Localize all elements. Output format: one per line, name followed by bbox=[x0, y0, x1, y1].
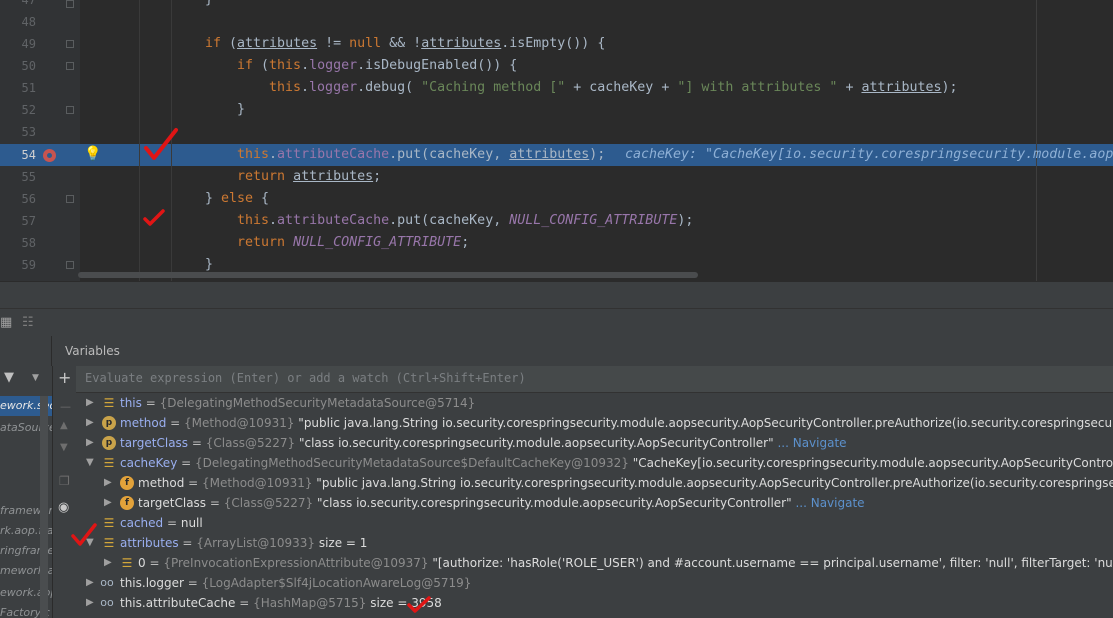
variable-row[interactable]: ▼ ☰ attributes = {ArrayList@10933} size … bbox=[76, 533, 1113, 553]
expand-arrow-icon[interactable]: ▶ bbox=[86, 433, 94, 453]
red-check-mark-icon bbox=[144, 128, 178, 160]
variable-row[interactable]: ▶ ☰ this = {DelegatingMethodSecurityMeta… bbox=[76, 393, 1113, 413]
navigate-link[interactable]: ... Navigate bbox=[792, 496, 864, 510]
object-icon: ☰ bbox=[103, 456, 115, 470]
red-check-mark-icon bbox=[71, 523, 97, 546]
object-icon: ☰ bbox=[103, 396, 115, 410]
inline-debug-value: cacheKey: "CacheKey[io.security.corespri… bbox=[625, 147, 1113, 162]
code-line: return attributes; bbox=[237, 169, 382, 184]
eye-icon[interactable]: ◉ bbox=[58, 500, 69, 515]
expand-arrow-icon[interactable]: ▶ bbox=[104, 493, 112, 513]
parameter-icon: p bbox=[102, 416, 116, 430]
code-line: if (this.logger.isDebugEnabled()) { bbox=[237, 58, 518, 73]
expand-arrow-icon[interactable]: ▶ bbox=[86, 393, 94, 413]
variable-row[interactable]: ▼ ☰ cacheKey = {DelegatingMethodSecurity… bbox=[76, 453, 1113, 473]
table-layout-icon[interactable]: ▦ bbox=[0, 315, 12, 330]
split-layout-icon[interactable]: ☷ bbox=[22, 315, 34, 330]
object-icon: ☰ bbox=[121, 556, 133, 570]
expand-arrow-icon[interactable]: ▶ bbox=[86, 593, 94, 613]
frames-pane[interactable]: ▼ ▼ ework.secu ataSource framewor rk.aop… bbox=[0, 366, 52, 618]
object-icon: ☰ bbox=[103, 516, 115, 530]
code-line: return NULL_CONFIG_ATTRIBUTE; bbox=[237, 235, 470, 250]
variable-row[interactable]: ☰ cached = null bbox=[76, 513, 1113, 533]
code-line: } bbox=[0, 0, 1113, 11]
variables-tree[interactable]: ▶ ☰ this = {DelegatingMethodSecurityMeta… bbox=[76, 393, 1113, 618]
variable-row[interactable]: ▶ ☰ 0 = {PreInvocationExpressionAttribut… bbox=[76, 553, 1113, 573]
red-check-mark-icon bbox=[143, 209, 165, 226]
remove-watch-icon[interactable]: — bbox=[60, 400, 71, 413]
move-down-icon[interactable]: ▼ bbox=[60, 442, 68, 453]
expand-arrow-icon[interactable]: ▶ bbox=[86, 413, 94, 433]
expand-arrow-icon[interactable]: ▶ bbox=[104, 553, 112, 573]
field-icon: f bbox=[120, 496, 134, 510]
line-number: 48 bbox=[21, 15, 36, 29]
expand-arrow-icon[interactable]: ▶ bbox=[86, 573, 94, 593]
expand-arrow-icon[interactable]: ▶ bbox=[104, 473, 112, 493]
line-number: 53 bbox=[21, 125, 36, 139]
filter-icon[interactable]: ▼ bbox=[4, 370, 14, 385]
add-watch-icon[interactable]: + bbox=[58, 368, 71, 387]
code-line: this.logger.debug( "Caching method [" + … bbox=[269, 80, 958, 95]
code-line: } bbox=[237, 102, 246, 117]
horizontal-scrollbar[interactable] bbox=[78, 272, 698, 278]
list-icon: ☰ bbox=[103, 536, 115, 550]
variable-row[interactable]: ▶ oo this.attributeCache = {HashMap@5715… bbox=[76, 593, 1113, 613]
move-up-icon[interactable]: ▲ bbox=[60, 420, 68, 431]
variables-header: Variables bbox=[0, 336, 1113, 366]
navigate-link[interactable]: ... Navigate bbox=[774, 436, 846, 450]
parameter-icon: p bbox=[102, 436, 116, 450]
code-line: if (attributes != null && !attributes.is… bbox=[205, 36, 606, 51]
variable-row[interactable]: ▶ p method = {Method@10931} "public java… bbox=[76, 413, 1113, 433]
collapse-arrow-icon[interactable]: ▼ bbox=[86, 453, 94, 473]
panel-title: Variables bbox=[65, 344, 120, 358]
variable-row[interactable]: ▶ oo this.logger = {LogAdapter$Slf4jLoca… bbox=[76, 573, 1113, 593]
code-line: } else { bbox=[205, 191, 270, 206]
red-check-mark-icon bbox=[407, 596, 431, 613]
watch-icon: oo bbox=[100, 576, 114, 589]
code-editor[interactable]: 47 48 49 50 51 52 53 54 55 56 57 58 59 💡… bbox=[0, 0, 1113, 281]
variable-row[interactable]: ▶ p targetClass = {Class@5227} "class io… bbox=[76, 433, 1113, 453]
copy-icon[interactable]: ❐ bbox=[59, 474, 70, 488]
watch-icon: oo bbox=[100, 596, 114, 609]
field-icon: f bbox=[120, 476, 134, 490]
evaluate-expression-input[interactable]: Evaluate expression (Enter) or add a wat… bbox=[76, 366, 1113, 393]
frames-toolbar: ▼ ▼ bbox=[0, 366, 52, 392]
variable-row[interactable]: ▶ f method = {Method@10931} "public java… bbox=[76, 473, 1113, 493]
chevron-down-icon[interactable]: ▼ bbox=[32, 373, 39, 383]
panel-divider[interactable] bbox=[0, 281, 1113, 309]
frames-scrollbar[interactable] bbox=[40, 396, 48, 618]
debug-toolbar: ▦ ☷ bbox=[0, 308, 1113, 337]
variables-toolbar: + — ▲ ▼ ❐ ◉ bbox=[52, 366, 77, 618]
variable-row[interactable]: ▶ f targetClass = {Class@5227} "class io… bbox=[76, 493, 1113, 513]
evaluate-placeholder: Evaluate expression (Enter) or add a wat… bbox=[85, 371, 526, 385]
divider bbox=[51, 336, 52, 366]
code-line: this.attributeCache.put(cacheKey, NULL_C… bbox=[237, 213, 694, 228]
